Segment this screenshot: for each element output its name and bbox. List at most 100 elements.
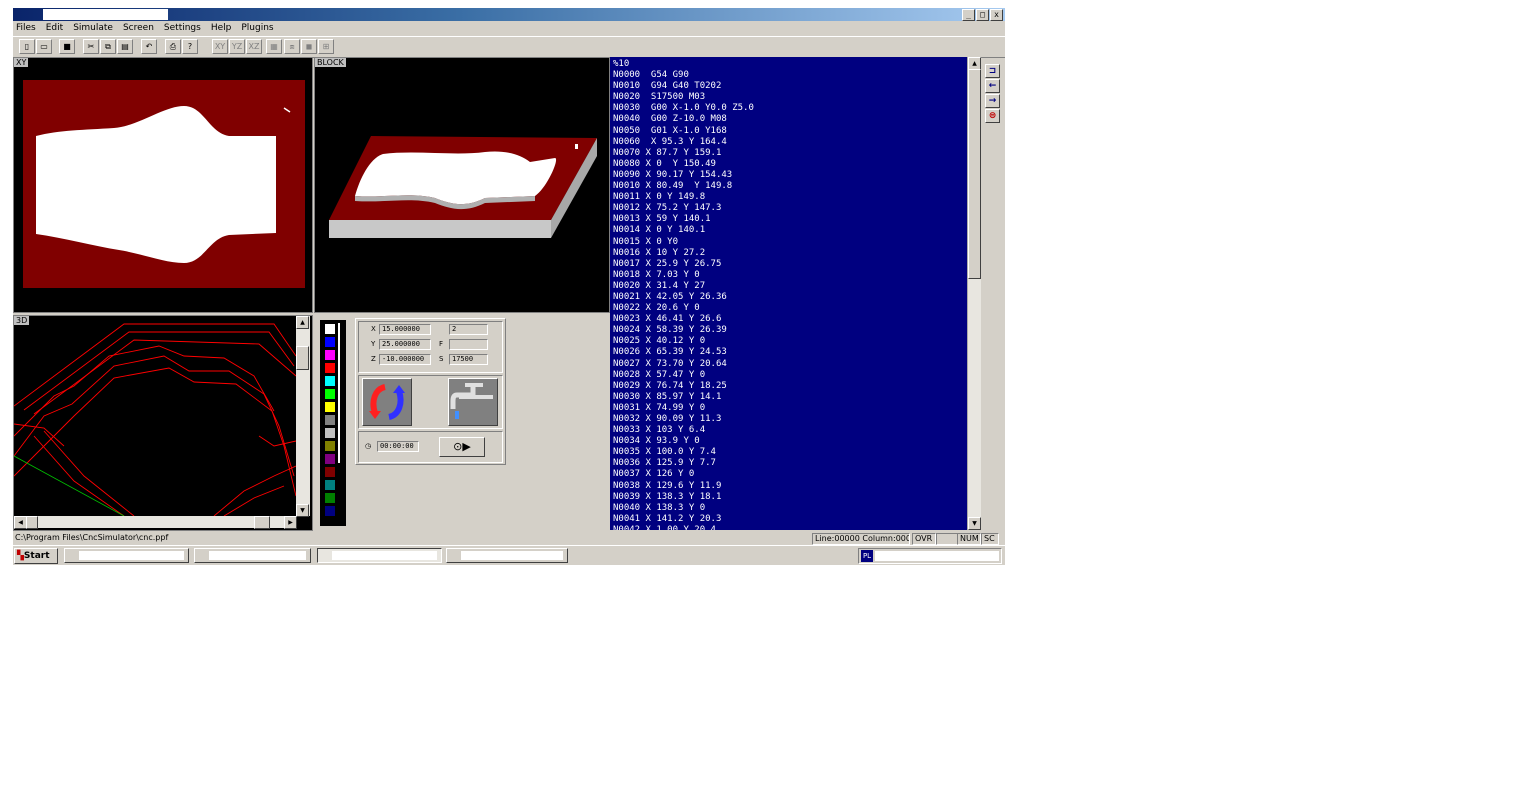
language-icon[interactable]: PL <box>861 550 873 562</box>
code-line[interactable]: N0027 X 73.70 Y 20.64 <box>613 359 967 370</box>
block-view-pane[interactable]: BLOCK <box>314 57 610 313</box>
code-line[interactable]: N0024 X 58.39 Y 26.39 <box>613 325 967 336</box>
color-swatch[interactable] <box>324 349 336 361</box>
code-line[interactable]: N0011 X 0 Y 149.8 <box>613 192 967 203</box>
code-line[interactable]: N0033 X 103 Y 6.4 <box>613 425 967 436</box>
code-line[interactable]: N0035 X 100.0 Y 7.4 <box>613 447 967 458</box>
view-wire-icon[interactable]: ⊞ <box>318 39 334 54</box>
menu-screen[interactable]: Screen <box>123 22 154 35</box>
code-line[interactable]: N0030 G00 X-1.0 Y0.0 Z5.0 <box>613 103 967 114</box>
cut-icon[interactable]: ✂ <box>83 39 99 54</box>
code-line[interactable]: N0014 X 0 Y 140.1 <box>613 225 967 236</box>
color-swatch[interactable] <box>324 388 336 400</box>
view-xy-button[interactable]: XY <box>212 39 228 54</box>
code-line[interactable]: %10 <box>613 59 967 70</box>
spindle-rotate-button[interactable] <box>362 378 412 426</box>
color-swatch[interactable] <box>324 362 336 374</box>
code-vertical-scrollbar[interactable]: ▲ ▼ <box>967 57 981 530</box>
color-swatch[interactable] <box>324 466 336 478</box>
nc-code-editor[interactable]: %10 N0000 G54 G90 N0010 G94 G40 T0202 N0020… <box>610 57 967 530</box>
code-line[interactable]: N0015 X 0 Y0 <box>613 237 967 248</box>
menu-simulate[interactable]: Simulate <box>73 22 113 35</box>
code-line[interactable]: N0010 G94 G40 T0202 <box>613 81 967 92</box>
close-button[interactable]: x <box>990 9 1003 21</box>
3d-view-pane[interactable]: 3D ▲ ▼ ◀ ▶ <box>13 315 313 531</box>
color-swatch[interactable] <box>324 336 336 348</box>
code-line[interactable]: N0037 X 126 Y 0 <box>613 469 967 480</box>
code-line[interactable]: N0020 S17500 M03 <box>613 92 967 103</box>
code-line[interactable]: N0032 X 90.09 Y 11.3 <box>613 414 967 425</box>
code-line[interactable]: N0026 X 65.39 Y 24.53 <box>613 347 967 358</box>
code-line[interactable]: N0000 G54 G90 <box>613 70 967 81</box>
color-swatch[interactable] <box>324 492 336 504</box>
code-line[interactable]: N0038 X 129.6 Y 11.9 <box>613 481 967 492</box>
scroll-down-button[interactable]: ▼ <box>296 504 309 517</box>
code-line[interactable]: N0041 X 141.2 Y 20.3 <box>613 514 967 525</box>
view-solid-icon[interactable]: ◼ <box>301 39 317 54</box>
code-line[interactable]: N0030 X 85.97 Y 14.1 <box>613 392 967 403</box>
taskbar-item-active[interactable] <box>317 548 442 563</box>
color-swatch[interactable] <box>324 414 336 426</box>
xy-view-pane[interactable]: XY <box>13 57 313 313</box>
code-line[interactable]: N0020 X 31.4 Y 27 <box>613 281 967 292</box>
color-swatch[interactable] <box>324 401 336 413</box>
view-yz-button[interactable]: YZ <box>229 39 245 54</box>
new-file-icon[interactable]: ▯ <box>19 39 35 54</box>
menu-plugins[interactable]: Plugins <box>241 22 273 35</box>
code-line[interactable]: N0031 X 74.99 Y 0 <box>613 403 967 414</box>
h-scroll-thumb[interactable] <box>26 516 38 529</box>
start-button[interactable]: ▚Start <box>14 548 58 564</box>
code-line[interactable]: N0070 X 87.7 Y 159.1 <box>613 148 967 159</box>
code-line[interactable]: N0060 X 95.3 Y 164.4 <box>613 137 967 148</box>
code-line[interactable]: N0050 G01 X-1.0 Y168 <box>613 126 967 137</box>
stop-icon[interactable]: ⊜ <box>985 109 1000 123</box>
code-line[interactable]: N0040 G00 Z-10.0 M08 <box>613 114 967 125</box>
code-line[interactable]: N0012 X 75.2 Y 147.3 <box>613 203 967 214</box>
palette-slider[interactable] <box>338 323 340 463</box>
color-swatch[interactable] <box>324 453 336 465</box>
scroll-up-button[interactable]: ▲ <box>296 316 309 329</box>
arrow-left-icon[interactable]: ← <box>985 79 1000 93</box>
taskbar-item[interactable] <box>194 548 311 563</box>
menu-edit[interactable]: Edit <box>46 22 63 35</box>
code-line[interactable]: N0017 X 25.9 Y 26.75 <box>613 259 967 270</box>
code-line[interactable]: N0021 X 42.05 Y 26.36 <box>613 292 967 303</box>
minimize-button[interactable]: _ <box>962 9 975 21</box>
menu-help[interactable]: Help <box>211 22 232 35</box>
copy-icon[interactable]: ⧉ <box>100 39 116 54</box>
color-swatch[interactable] <box>324 323 336 335</box>
color-swatch[interactable] <box>324 440 336 452</box>
3d-vertical-scrollbar[interactable]: ▲ ▼ <box>296 316 310 517</box>
run-program-button[interactable]: ⊙▶ <box>439 437 485 457</box>
arrow-right-icon[interactable]: → <box>985 94 1000 108</box>
h-scroll-thumb-2[interactable] <box>254 516 270 529</box>
code-line[interactable]: N0080 X 0 Y 150.49 <box>613 159 967 170</box>
code-scroll-down-button[interactable]: ▼ <box>968 517 981 530</box>
insert-line-icon[interactable]: ⊐ <box>985 64 1000 78</box>
view-grid-icon[interactable]: ▦ <box>266 39 282 54</box>
taskbar-item[interactable] <box>446 548 568 563</box>
scroll-right-button[interactable]: ▶ <box>284 516 297 529</box>
scroll-thumb[interactable] <box>296 346 309 370</box>
code-line[interactable]: N0039 X 138.3 Y 18.1 <box>613 492 967 503</box>
code-line[interactable]: N0029 X 76.74 Y 18.25 <box>613 381 967 392</box>
color-swatch[interactable] <box>324 505 336 517</box>
title-bar[interactable]: _ □ x <box>13 8 1005 21</box>
save-icon[interactable]: ■ <box>59 39 75 54</box>
undo-icon[interactable]: ↶ <box>141 39 157 54</box>
menu-settings[interactable]: Settings <box>164 22 201 35</box>
menu-files[interactable]: Files <box>16 22 36 35</box>
3d-horizontal-scrollbar[interactable]: ◀ ▶ <box>14 516 297 529</box>
color-swatch[interactable] <box>324 427 336 439</box>
code-line[interactable]: N0040 X 138.3 Y 0 <box>613 503 967 514</box>
view-xz-button[interactable]: XZ <box>246 39 262 54</box>
code-line[interactable]: N0018 X 7.03 Y 0 <box>613 270 967 281</box>
code-line[interactable]: N0034 X 93.9 Y 0 <box>613 436 967 447</box>
code-line[interactable]: N0042 X 1.00 Y 20.4 <box>613 525 967 530</box>
color-swatch[interactable] <box>324 479 336 491</box>
color-swatch[interactable] <box>324 375 336 387</box>
code-line[interactable]: N0016 X 10 Y 27.2 <box>613 248 967 259</box>
taskbar-item[interactable] <box>64 548 189 563</box>
code-line[interactable]: N0025 X 40.12 Y 0 <box>613 336 967 347</box>
code-line[interactable]: N0013 X 59 Y 140.1 <box>613 214 967 225</box>
